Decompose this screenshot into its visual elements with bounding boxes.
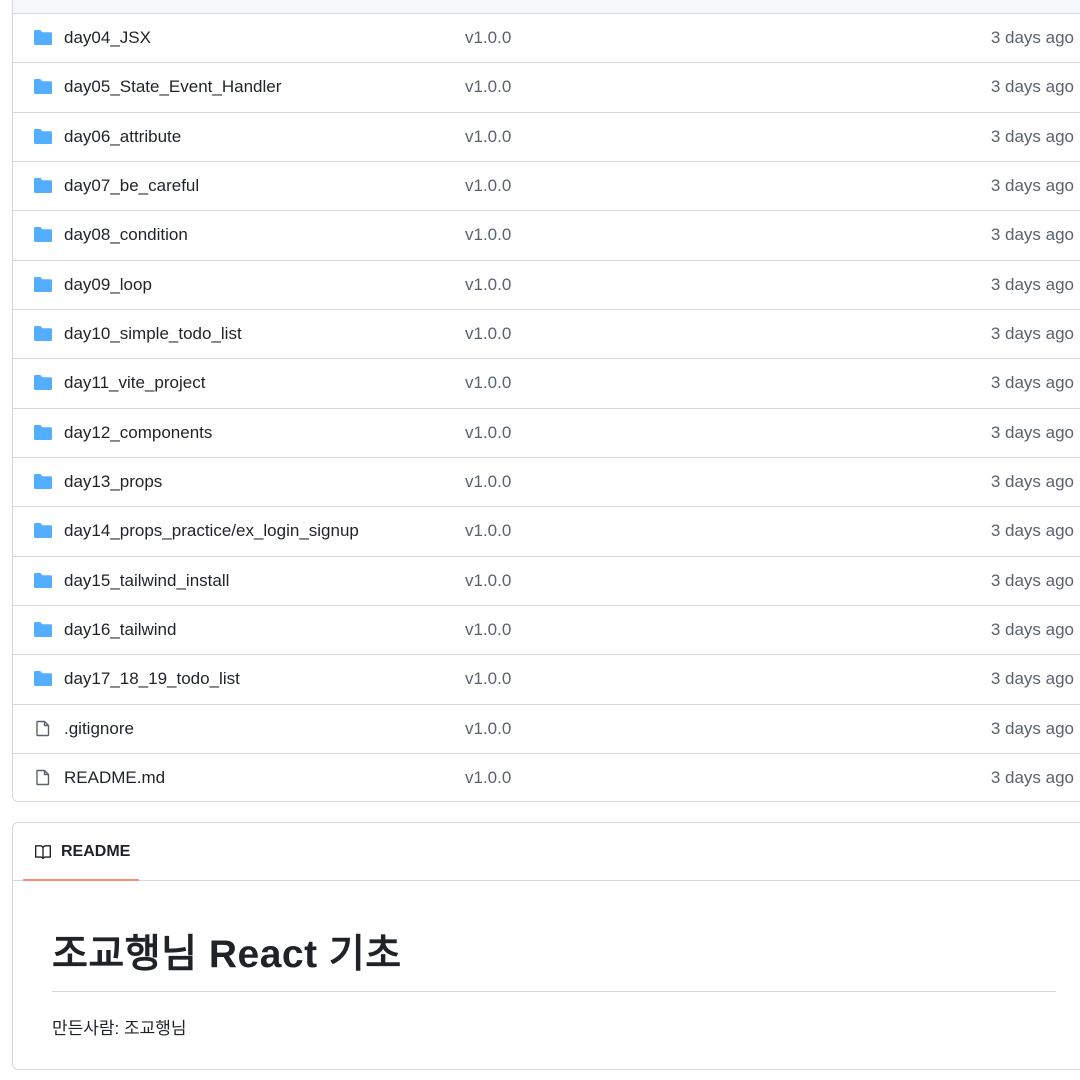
- folder-icon: [34, 79, 52, 95]
- commit-message-link[interactable]: v1.0.0: [465, 176, 511, 196]
- file-row[interactable]: .gitignore v1.0.0 3 days ago: [13, 705, 1080, 754]
- file-name-link[interactable]: day10_simple_todo_list: [64, 324, 242, 344]
- file-name-link[interactable]: day11_vite_project: [64, 373, 205, 393]
- folder-icon: [34, 177, 52, 193]
- folder-icon: [34, 621, 52, 637]
- commit-message-link[interactable]: v1.0.0: [465, 324, 511, 344]
- readme-content: 조교행님 React 기초 만든사람: 조교행님: [13, 881, 1080, 1039]
- commit-age: 3 days ago: [990, 225, 1074, 245]
- commit-message-link[interactable]: v1.0.0: [465, 768, 511, 788]
- book-icon: [35, 845, 51, 860]
- file-row[interactable]: day06_attribute v1.0.0 3 days ago: [13, 113, 1080, 162]
- file-name-link[interactable]: day15_tailwind_install: [64, 571, 229, 591]
- folder-icon: [34, 671, 52, 687]
- file-row[interactable]: day15_tailwind_install v1.0.0 3 days ago: [13, 557, 1080, 606]
- file-row[interactable]: day07_be_careful v1.0.0 3 days ago: [13, 162, 1080, 212]
- file-name-link[interactable]: day04_JSX: [64, 28, 151, 48]
- file-row[interactable]: day09_loop v1.0.0 3 days ago: [13, 261, 1080, 310]
- readme-tab-label: README: [61, 843, 131, 860]
- file-name-link[interactable]: day17_18_19_todo_list: [64, 669, 240, 689]
- commit-age: 3 days ago: [990, 619, 1074, 639]
- commit-message-link[interactable]: v1.0.0: [465, 127, 511, 147]
- folder-icon: [34, 325, 52, 341]
- commit-age: 3 days ago: [990, 471, 1074, 491]
- commit-message-link[interactable]: v1.0.0: [465, 719, 511, 739]
- file-row[interactable]: day17_18_19_todo_list v1.0.0 3 days ago: [13, 655, 1080, 705]
- folder-icon: [34, 128, 52, 144]
- file-name-link[interactable]: day16_tailwind: [64, 620, 176, 640]
- commit-message-link[interactable]: v1.0.0: [465, 28, 511, 48]
- commit-message-link[interactable]: v1.0.0: [465, 77, 511, 97]
- commit-message-link[interactable]: v1.0.0: [465, 423, 511, 443]
- readme-panel: README 조교행님 React 기초 만든사람: 조교행님: [12, 822, 1080, 1070]
- readme-tabbar: README: [13, 823, 1080, 881]
- folder-icon: [34, 30, 52, 45]
- commit-age: 3 days ago: [990, 274, 1074, 294]
- file-list: day04_JSX v1.0.0 3 days ago day05_State_Eve…: [12, 0, 1080, 802]
- commit-age: 3 days ago: [990, 718, 1074, 738]
- commit-age: 3 days ago: [990, 373, 1074, 393]
- file-row[interactable]: day04_JSX v1.0.0 3 days ago: [13, 14, 1080, 64]
- file-row[interactable]: day14_props_practice/ex_login_signup v1.0…: [13, 507, 1080, 557]
- commit-age: 3 days ago: [990, 126, 1074, 146]
- readme-author: 만든사람: 조교행님: [52, 1019, 187, 1038]
- file-list-header: [13, 0, 1080, 14]
- file-name-link[interactable]: .gitignore: [64, 719, 134, 739]
- file-row[interactable]: README.md v1.0.0 3 days ago: [13, 754, 1080, 801]
- folder-icon: [34, 227, 52, 243]
- commit-age: 3 days ago: [990, 767, 1074, 787]
- commit-age: 3 days ago: [990, 521, 1074, 541]
- commit-message-link[interactable]: v1.0.0: [465, 571, 511, 591]
- folder-icon: [34, 523, 52, 539]
- folder-icon: [34, 572, 52, 588]
- file-name-link[interactable]: day05_State_Event_Handler: [64, 77, 281, 97]
- commit-age: 3 days ago: [990, 323, 1074, 343]
- file-name-link[interactable]: day08_condition: [64, 225, 188, 245]
- file-icon: [36, 769, 50, 786]
- commit-age: 3 days ago: [990, 570, 1074, 590]
- commit-message-link[interactable]: v1.0.0: [465, 669, 511, 689]
- file-name-link[interactable]: day12_components: [64, 423, 212, 443]
- commit-message-link[interactable]: v1.0.0: [465, 225, 511, 245]
- file-row[interactable]: day10_simple_todo_list v1.0.0 3 days ago: [13, 310, 1080, 360]
- commit-message-link[interactable]: v1.0.0: [465, 472, 511, 492]
- commit-message-link[interactable]: v1.0.0: [465, 620, 511, 640]
- file-icon: [36, 720, 50, 736]
- file-name-link[interactable]: day13_props: [64, 472, 162, 492]
- readme-title: 조교행님 React 기초: [52, 881, 1056, 992]
- folder-icon: [34, 276, 52, 292]
- file-row[interactable]: day13_props v1.0.0 3 days ago: [13, 458, 1080, 508]
- file-name-link[interactable]: day07_be_careful: [64, 176, 199, 196]
- file-name-link[interactable]: day06_attribute: [64, 127, 181, 147]
- folder-icon: [34, 375, 52, 391]
- commit-age: 3 days ago: [990, 28, 1074, 47]
- file-row[interactable]: day08_condition v1.0.0 3 days ago: [13, 211, 1080, 261]
- commit-message-link[interactable]: v1.0.0: [465, 373, 511, 393]
- commit-message-link[interactable]: v1.0.0: [465, 275, 511, 295]
- commit-age: 3 days ago: [990, 77, 1074, 97]
- file-row[interactable]: day16_tailwind v1.0.0 3 days ago: [13, 606, 1080, 656]
- file-name-link[interactable]: day14_props_practice/ex_login_signup: [64, 521, 359, 541]
- tab-readme[interactable]: README: [23, 823, 139, 881]
- commit-message-link[interactable]: v1.0.0: [465, 521, 511, 541]
- file-row[interactable]: day11_vite_project v1.0.0 3 days ago: [13, 359, 1080, 409]
- commit-age: 3 days ago: [990, 422, 1074, 442]
- file-name-link[interactable]: day09_loop: [64, 275, 152, 295]
- commit-age: 3 days ago: [990, 175, 1074, 195]
- file-row[interactable]: day05_State_Event_Handler v1.0.0 3 days ag…: [13, 63, 1080, 113]
- file-row[interactable]: day12_components v1.0.0 3 days ago: [13, 409, 1080, 458]
- folder-icon: [34, 424, 52, 440]
- commit-age: 3 days ago: [990, 669, 1074, 689]
- file-name-link[interactable]: README.md: [64, 768, 165, 788]
- folder-icon: [34, 473, 52, 489]
- file-rows: day04_JSX v1.0.0 3 days ago day05_State_Eve…: [13, 14, 1080, 801]
